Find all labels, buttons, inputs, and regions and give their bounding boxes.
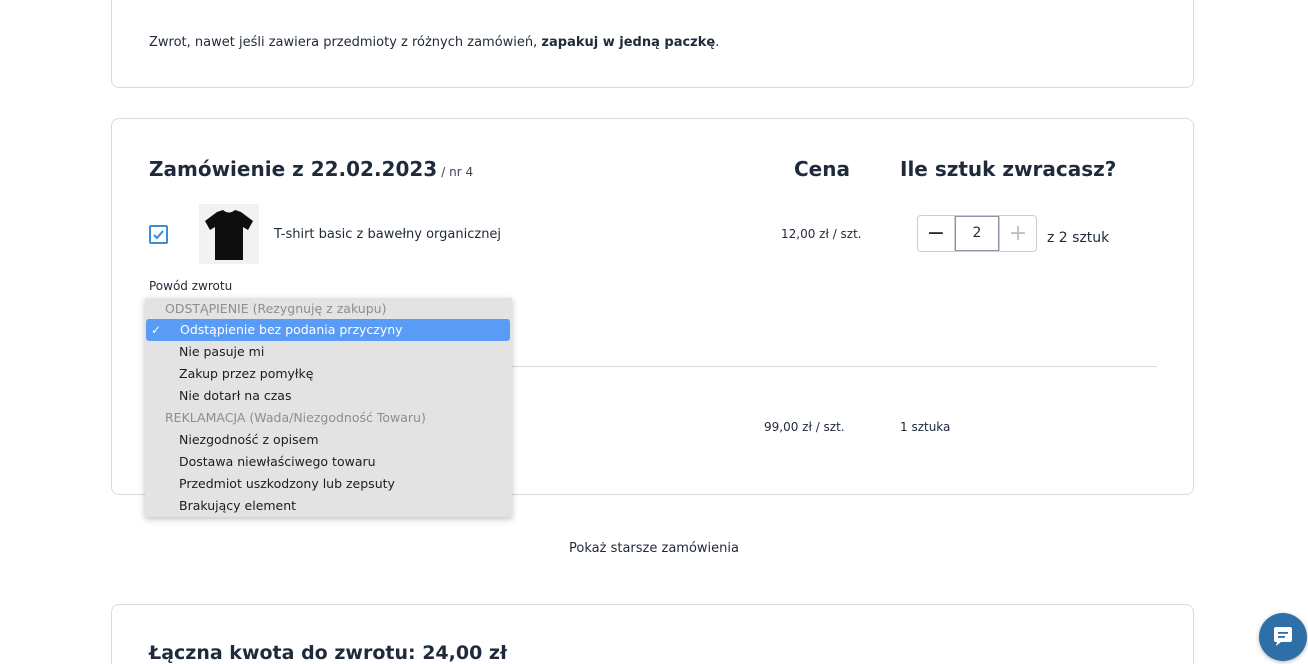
dropdown-option[interactable]: Nie pasuje mi bbox=[145, 341, 512, 363]
order-number: / nr 4 bbox=[441, 165, 474, 179]
total-refund-amount: Łączna kwota do zwrotu: 24,00 zł bbox=[149, 642, 508, 664]
product-2-unit-price: 99,00 zł / szt. bbox=[764, 420, 845, 434]
plus-icon: + bbox=[1008, 221, 1028, 246]
dropdown-group-withdrawal: ODSTĄPIENIE (Rezygnuję z zakupu) bbox=[165, 301, 387, 316]
max-quantity-text: z 2 sztuk bbox=[1047, 230, 1110, 246]
info-text-main: Zwrot, nawet jeśli zawiera przedmioty z … bbox=[149, 35, 538, 50]
item-checkbox[interactable] bbox=[149, 225, 168, 244]
quantity-input[interactable]: 2 bbox=[955, 216, 999, 251]
dropdown-option[interactable]: Brakujący element bbox=[145, 495, 512, 517]
dropdown-option-selected[interactable]: ✓ Odstąpienie bez podania przyczyny bbox=[146, 319, 510, 341]
order-title: Zamówienie z 22.02.2023/ nr 4 bbox=[149, 157, 473, 181]
tshirt-image bbox=[199, 204, 259, 264]
decrease-quantity-button[interactable]: − bbox=[918, 216, 955, 251]
info-text-end: . bbox=[715, 35, 720, 50]
dropdown-option[interactable]: Dostawa niewłaściwego towaru bbox=[145, 451, 512, 473]
dropdown-group-complaint: REKLAMACJA (Wada/Niezgodność Towaru) bbox=[165, 410, 426, 425]
info-text-bold: zapakuj w jedną paczkę bbox=[541, 35, 716, 50]
quantity-column-header: Ile sztuk zwracasz? bbox=[900, 157, 1117, 181]
minus-icon: − bbox=[926, 221, 946, 246]
dropdown-option[interactable]: Niezgodność z opisem bbox=[145, 429, 512, 451]
chat-button[interactable] bbox=[1259, 613, 1307, 661]
product-2-quantity: 1 sztuka bbox=[900, 420, 951, 434]
check-icon bbox=[153, 230, 164, 240]
info-card: Zwrot, nawet jeśli zawiera przedmioty z … bbox=[111, 0, 1194, 88]
quantity-stepper: − 2 + bbox=[917, 215, 1037, 252]
product-unit-price: 12,00 zł / szt. bbox=[781, 227, 862, 241]
checkmark-icon: ✓ bbox=[151, 323, 162, 337]
product-thumbnail bbox=[199, 204, 259, 264]
info-text: Zwrot, nawet jeśli zawiera przedmioty z … bbox=[149, 35, 719, 50]
dropdown-option-label: Odstąpienie bez podania przyczyny bbox=[180, 322, 403, 337]
return-reason-dropdown: ODSTĄPIENIE (Rezygnuję z zakupu) ✓ Odstą… bbox=[145, 298, 512, 517]
show-older-orders-link[interactable]: Pokaż starsze zamówienia bbox=[0, 541, 1308, 556]
total-card: Łączna kwota do zwrotu: 24,00 zł bbox=[111, 604, 1194, 664]
chat-icon bbox=[1274, 627, 1292, 646]
increase-quantity-button[interactable]: + bbox=[999, 216, 1036, 251]
order-title-text: Zamówienie z 22.02.2023 bbox=[149, 157, 438, 181]
price-column-header: Cena bbox=[794, 157, 850, 181]
return-reason-label: Powód zwrotu bbox=[149, 279, 233, 293]
product-name: T-shirt basic z bawełny organicznej bbox=[274, 227, 502, 242]
dropdown-option[interactable]: Zakup przez pomyłkę bbox=[145, 363, 512, 385]
dropdown-option[interactable]: Przedmiot uszkodzony lub zepsuty bbox=[145, 473, 512, 495]
dropdown-option[interactable]: Nie dotarł na czas bbox=[145, 385, 512, 407]
